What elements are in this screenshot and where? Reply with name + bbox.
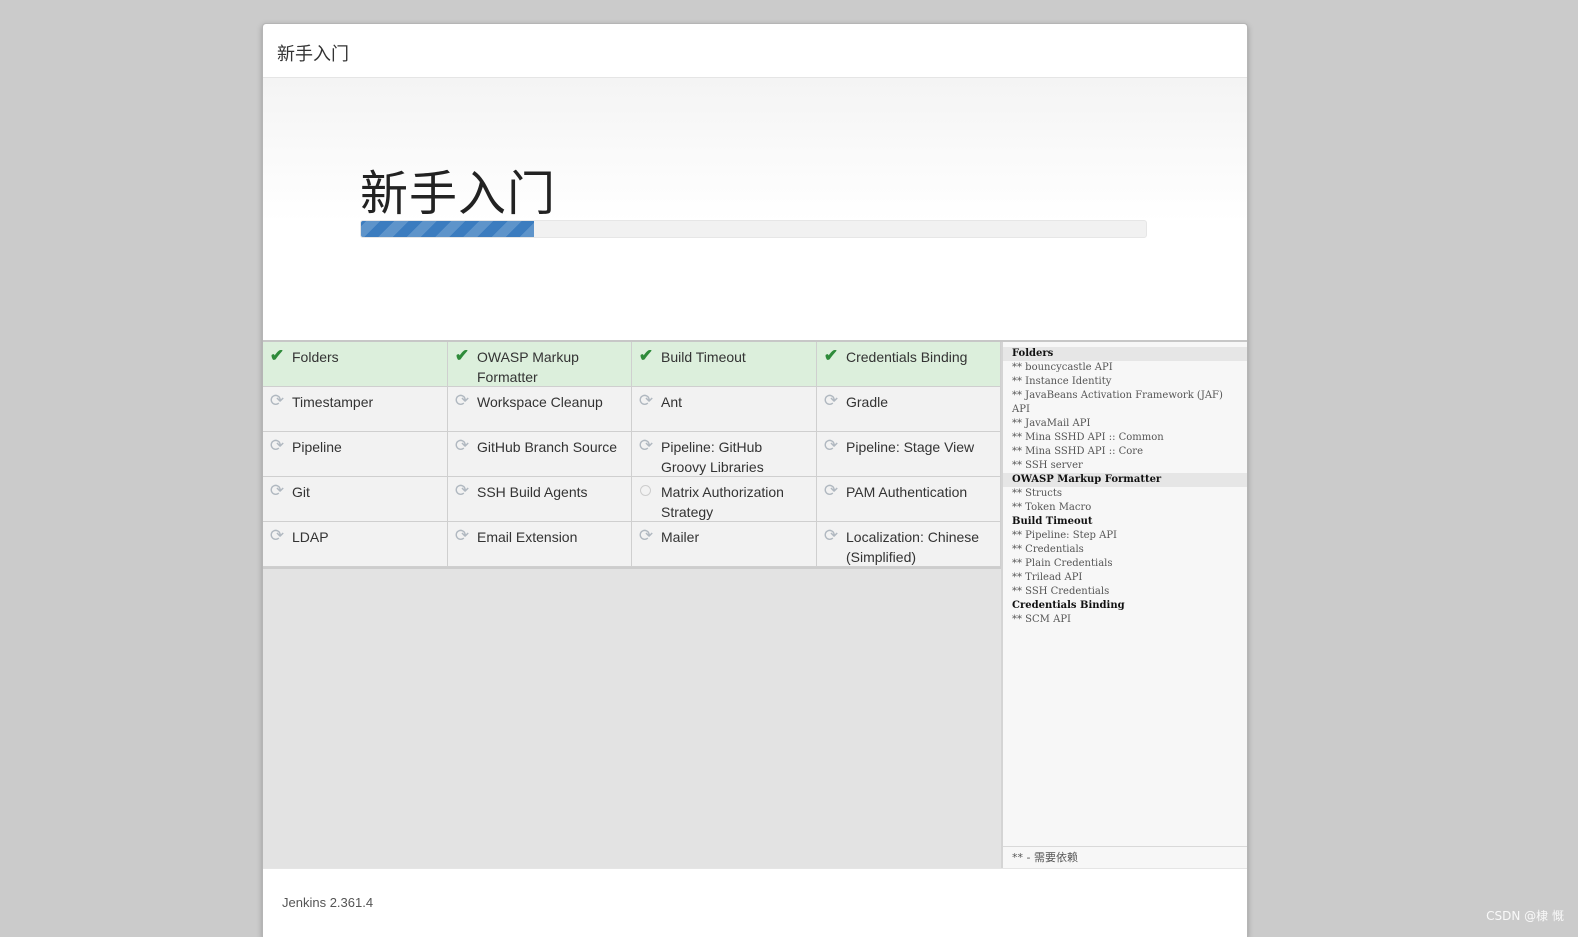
- refresh-icon: ⟳: [454, 526, 470, 545]
- refresh-icon: ⟳: [269, 436, 285, 455]
- log-dependency-line: ** Token Macro: [1012, 502, 1092, 513]
- plugin-name: Mailer: [661, 529, 700, 545]
- log-dependency-line: ** Credentials: [1012, 544, 1084, 555]
- plugin-item: Matrix Authorization Strategy: [632, 477, 817, 522]
- watermark: CSDN @棣 慨: [1486, 909, 1564, 923]
- log-dependency-line: ** SSH Credentials: [1012, 586, 1110, 597]
- plugin-table: ✔ Folders ✔ OWASP Markup Formatter ✔ Build Ti…: [263, 342, 1001, 569]
- log-dependency-line: ** Structs: [1012, 488, 1063, 499]
- log-dependency-line: ** Mina SSHD API :: Common: [1012, 432, 1164, 443]
- plugin-item: ⟳ SSH Build Agents: [448, 477, 632, 522]
- plugin-item: ✔ OWASP Markup Formatter: [448, 342, 632, 387]
- refresh-icon: ⟳: [269, 526, 285, 545]
- plugin-item: ⟳ Pipeline: [263, 432, 448, 477]
- dialog-header: 新手入门: [263, 24, 1247, 78]
- plugin-item: ⟳ GitHub Branch Source: [448, 432, 632, 477]
- plugin-name: Ant: [661, 394, 683, 410]
- plugin-name: Matrix Authorization Strategy: [661, 484, 784, 520]
- progress-fill: [361, 221, 534, 237]
- plugin-name: Credentials Binding: [846, 349, 968, 365]
- plugin-name: GitHub Branch Source: [477, 439, 618, 455]
- log-dependency-line: ** Mina SSHD API :: Core: [1012, 446, 1144, 457]
- dialog-title: 新手入门: [277, 44, 349, 65]
- check-icon: ✔: [823, 346, 839, 365]
- log-dependency-line: ** Plain Credentials: [1012, 558, 1113, 569]
- plugin-name: Timestamper: [292, 394, 374, 410]
- refresh-icon: ⟳: [638, 436, 654, 455]
- plugin-name: Email Extension: [477, 529, 578, 545]
- setup-wizard-dialog: 新手入门 新手入门 ✔ Folders ✔ OWASP Markup Formatte…: [262, 23, 1248, 937]
- plugin-name: OWASP Markup Formatter: [477, 349, 579, 385]
- plugin-name: PAM Authentication: [846, 484, 968, 500]
- hero-title: 新手入门: [360, 166, 557, 222]
- hero-section: 新手入门: [263, 78, 1247, 340]
- dialog-footer: Jenkins 2.361.4: [263, 868, 1247, 937]
- refresh-icon: ⟳: [638, 526, 654, 545]
- log-dependency-line: ** JavaMail API: [1012, 418, 1091, 429]
- refresh-icon: ⟳: [823, 436, 839, 455]
- check-icon: ✔: [454, 346, 470, 365]
- log-dependency-line: ** bouncycastle API: [1012, 362, 1113, 373]
- plugin-name: Localization: Chinese (Simplified): [846, 529, 980, 565]
- install-progress-bar: [360, 220, 1147, 238]
- log-plugin-header: OWASP Markup Formatter: [1003, 473, 1247, 487]
- plugin-name: SSH Build Agents: [477, 484, 588, 500]
- plugin-item: ✔ Credentials Binding: [817, 342, 1001, 387]
- plugin-name: LDAP: [292, 529, 329, 545]
- log-dependency-line: ** Trilead API: [1012, 572, 1083, 583]
- plugin-name: Build Timeout: [661, 349, 746, 365]
- plugin-item: ⟳ Gradle: [817, 387, 1001, 432]
- install-log: Folders ** bouncycastle API ** Instance Id…: [1003, 342, 1247, 627]
- log-dependency-line: ** Pipeline: Step API: [1012, 530, 1117, 541]
- refresh-icon: ⟳: [269, 481, 285, 500]
- plugin-item: ⟳ LDAP: [263, 522, 448, 567]
- log-dependency-line: ** Instance Identity: [1012, 376, 1112, 387]
- plugin-item: ⟳ Git: [263, 477, 448, 522]
- plugin-name: Pipeline: [292, 439, 342, 455]
- log-dependency-line: ** SSH server: [1012, 460, 1083, 471]
- refresh-icon: ⟳: [269, 391, 285, 410]
- jenkins-version: Jenkins 2.361.4: [282, 895, 374, 910]
- refresh-icon: ⟳: [454, 436, 470, 455]
- log-dependency-line: ** JavaBeans Activation Framework (JAF) …: [1012, 390, 1227, 415]
- plugin-item: ⟳ PAM Authentication: [817, 477, 1001, 522]
- plugin-item: ⟳ Pipeline: Stage View: [817, 432, 1001, 477]
- refresh-icon: ⟳: [638, 391, 654, 410]
- check-icon: ✔: [638, 346, 654, 365]
- plugin-name: Folders: [292, 349, 339, 365]
- refresh-icon: ⟳: [823, 391, 839, 410]
- plugin-name: Pipeline: Stage View: [846, 439, 975, 455]
- refresh-icon: ⟳: [454, 481, 470, 500]
- plugin-item: ✔ Build Timeout: [632, 342, 817, 387]
- install-log-panel[interactable]: Folders ** bouncycastle API ** Instance Id…: [1001, 342, 1247, 868]
- plugin-name: Gradle: [846, 394, 889, 410]
- plugin-item: ⟳ Pipeline: GitHub Groovy Libraries: [632, 432, 817, 477]
- refresh-icon: ⟳: [454, 391, 470, 410]
- log-plugin-header: Build Timeout: [1012, 516, 1093, 527]
- log-dependency-line: ** SCM API: [1012, 614, 1071, 625]
- refresh-icon: ⟳: [823, 481, 839, 500]
- plugin-name: Git: [292, 484, 310, 500]
- plugin-grid: ✔ Folders ✔ OWASP Markup Formatter ✔ Build Ti…: [263, 342, 1001, 868]
- log-plugin-header: Folders: [1003, 347, 1247, 361]
- plugin-name: Workspace Cleanup: [477, 394, 603, 410]
- plugin-item: ✔ Folders: [263, 342, 448, 387]
- log-legend: ** - 需要依赖: [1003, 846, 1247, 868]
- plugin-name: Pipeline: GitHub Groovy Libraries: [661, 439, 764, 475]
- log-plugin-header: Credentials Binding: [1012, 600, 1125, 611]
- plugin-item: ⟳ Ant: [632, 387, 817, 432]
- plugin-item: ⟳ Timestamper: [263, 387, 448, 432]
- circle-icon: [637, 482, 655, 500]
- plugin-item: ⟳ Workspace Cleanup: [448, 387, 632, 432]
- plugin-install-area: ✔ Folders ✔ OWASP Markup Formatter ✔ Build Ti…: [263, 340, 1247, 868]
- check-icon: ✔: [269, 346, 285, 365]
- plugin-item: ⟳ Email Extension: [448, 522, 632, 567]
- plugin-item: ⟳ Mailer: [632, 522, 817, 567]
- plugin-item: ⟳ Localization: Chinese (Simplified): [817, 522, 1001, 567]
- refresh-icon: ⟳: [823, 526, 839, 545]
